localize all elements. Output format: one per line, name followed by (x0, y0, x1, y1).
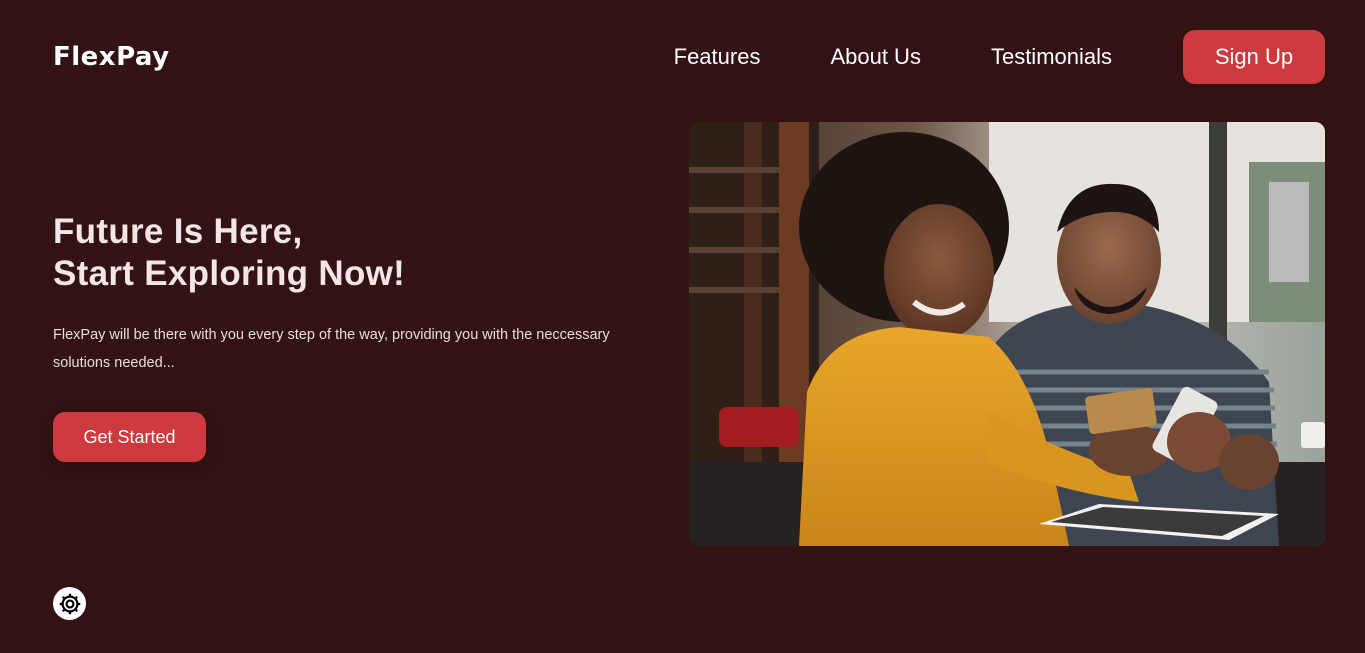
hero-title-line-1: Future Is Here, (53, 212, 303, 251)
nav-link-testimonials[interactable]: Testimonials (991, 44, 1112, 70)
gear-icon (59, 593, 80, 614)
brand-logo[interactable]: FlexPay (53, 42, 170, 72)
sign-up-button[interactable]: Sign Up (1183, 30, 1325, 84)
hero-title-line-2: Start Exploring Now! (53, 254, 406, 293)
landing-page: FlexPay Features About Us Testimonials S… (0, 0, 1365, 653)
nav-link-about-us[interactable]: About Us (830, 44, 921, 70)
get-started-button[interactable]: Get Started (53, 412, 206, 462)
main-nav: Features About Us Testimonials Sign Up (674, 30, 1325, 84)
nav-link-features[interactable]: Features (674, 44, 761, 70)
hero-photo (689, 122, 1325, 546)
hero-title: Future Is Here, Start Exploring Now! (53, 211, 405, 295)
hero-description: FlexPay will be there with you every ste… (53, 327, 610, 371)
couple-paying-with-card-photo (689, 122, 1325, 546)
settings-button[interactable] (53, 587, 86, 620)
